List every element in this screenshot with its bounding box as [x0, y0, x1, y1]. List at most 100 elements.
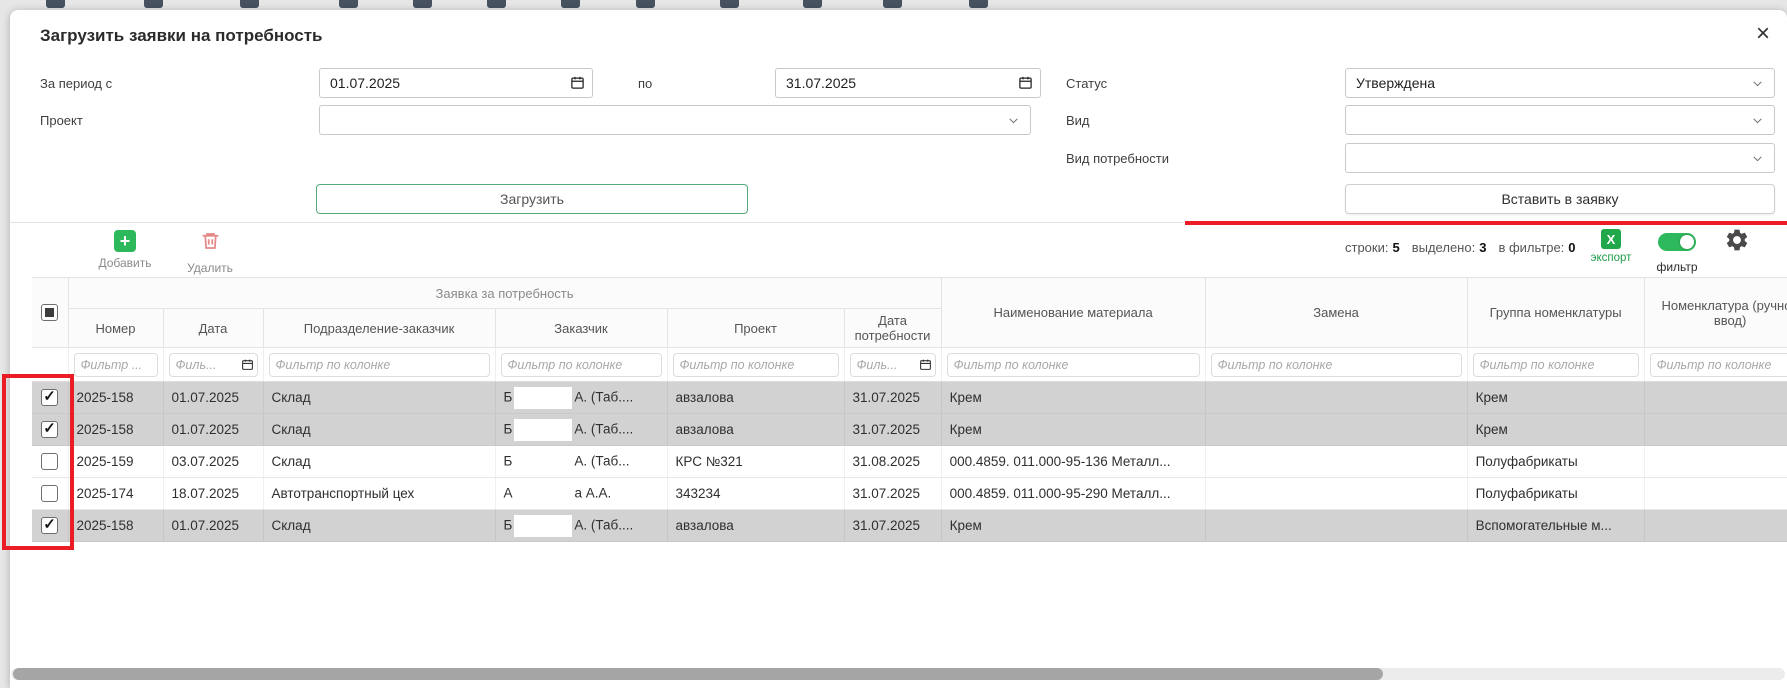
settings-button[interactable]: [1724, 227, 1750, 258]
cell-need-date: 31.07.2025: [844, 478, 941, 510]
gear-icon: [1724, 227, 1750, 253]
excel-icon: X: [1601, 229, 1621, 249]
period-from-input[interactable]: [319, 68, 593, 98]
cell-nomenclature-group: Вспомогательные м...: [1467, 510, 1644, 542]
export-label: экспорт: [1583, 252, 1639, 264]
cell-manual-nomenclature: [1644, 414, 1787, 446]
table-row[interactable]: 2025-158 01.07.2025 Склад БА. (Таб.... а…: [32, 510, 1787, 542]
cell-project: КРС №321: [667, 446, 844, 478]
filter-input-customer[interactable]: [501, 353, 662, 377]
period-to-input[interactable]: [775, 68, 1041, 98]
selected-count-label: выделено:: [1412, 240, 1475, 255]
close-icon[interactable]: ×: [1750, 20, 1776, 48]
period-to-field: [775, 68, 1041, 98]
select-all-checkbox[interactable]: [41, 304, 58, 321]
horizontal-scrollbar-thumb[interactable]: [13, 668, 1383, 680]
calendar-icon: [241, 358, 254, 371]
cell-customer: БА. (Таб....: [495, 510, 667, 542]
clipped-toolbar-icon: [720, 0, 739, 8]
modal-load-requests: Загрузить заявки на потребность × За пер…: [10, 10, 1787, 688]
rows-count-label: строки:: [1345, 240, 1388, 255]
rows-count-value: 5: [1392, 240, 1399, 255]
cell-need-date: 31.07.2025: [844, 414, 941, 446]
cell-need-date: 31.08.2025: [844, 446, 941, 478]
table-row[interactable]: 2025-159 03.07.2025 Склад БА. (Таб... КР…: [32, 446, 1787, 478]
cell-manual-nomenclature: [1644, 478, 1787, 510]
cell-customer: БА. (Таб....: [495, 382, 667, 414]
delete-button-label: Удалить: [170, 261, 250, 275]
filter-toggle-label: фильтр: [1651, 260, 1703, 274]
clipped-toolbar-icon: [144, 0, 163, 8]
cell-number: 2025-158: [68, 510, 163, 542]
cell-need-date: 31.07.2025: [844, 510, 941, 542]
table-row[interactable]: 2025-158 01.07.2025 Склад БА. (Таб.... а…: [32, 382, 1787, 414]
col-header-material: Наименование материала: [941, 278, 1205, 348]
need-kind-select[interactable]: [1345, 143, 1775, 173]
chevron-down-icon: [1007, 114, 1020, 127]
filter-input-nomenclature-group[interactable]: [1473, 353, 1639, 377]
cell-department: Склад: [263, 510, 495, 542]
filter-input-replacement[interactable]: [1211, 353, 1462, 377]
cell-material: Крем: [941, 510, 1205, 542]
project-select[interactable]: [319, 105, 1031, 135]
cell-manual-nomenclature: [1644, 382, 1787, 414]
calendar-icon: [919, 358, 932, 371]
filter-input-department[interactable]: [269, 353, 490, 377]
cell-department: Склад: [263, 446, 495, 478]
col-header-nomenclature-group: Группа номенклатуры: [1467, 278, 1644, 348]
export-excel-button[interactable]: X экспорт: [1583, 229, 1639, 264]
in-filter-count-value: 0: [1568, 240, 1575, 255]
clipped-toolbar-icon: [636, 0, 655, 8]
row-checkbox[interactable]: [41, 517, 58, 534]
to-label: по: [638, 76, 652, 91]
cell-department: Склад: [263, 414, 495, 446]
cell-project: авзалова: [667, 414, 844, 446]
cell-replacement: [1205, 382, 1467, 414]
insert-into-request-button[interactable]: Вставить в заявку: [1345, 184, 1775, 214]
cell-date: 03.07.2025: [163, 446, 263, 478]
cell-replacement: [1205, 478, 1467, 510]
filter-input-project[interactable]: [673, 353, 839, 377]
clipped-toolbar-icon: [561, 0, 580, 8]
clipped-toolbar-icon: [240, 0, 259, 8]
clipped-toolbar-icon: [883, 0, 902, 8]
add-button-label: Добавить: [85, 256, 165, 270]
filter-cell-empty: [32, 348, 68, 382]
cell-project: авзалова: [667, 382, 844, 414]
add-button[interactable]: Добавить: [85, 230, 165, 270]
col-header-customer: Заказчик: [495, 309, 667, 348]
cell-number: 2025-158: [68, 382, 163, 414]
row-checkbox[interactable]: [41, 453, 58, 470]
cell-replacement: [1205, 414, 1467, 446]
col-header-manual-nomenclature: Номенклатура (ручной ввод): [1644, 278, 1787, 348]
clipped-toolbar-icon: [339, 0, 358, 8]
table-row[interactable]: 2025-174 18.07.2025 Автотранспортный цех…: [32, 478, 1787, 510]
vid-select[interactable]: [1345, 105, 1775, 135]
background-toolbar: [0, 0, 1787, 10]
cell-number: 2025-158: [68, 414, 163, 446]
row-checkbox[interactable]: [41, 389, 58, 406]
period-from-field: [319, 68, 593, 98]
clipped-toolbar-icon: [487, 0, 506, 8]
project-label: Проект: [40, 113, 83, 128]
status-select[interactable]: Утверждена: [1345, 68, 1775, 98]
row-checkbox[interactable]: [41, 485, 58, 502]
cell-material: Крем: [941, 382, 1205, 414]
cell-material: Крем: [941, 414, 1205, 446]
filter-input-material[interactable]: [947, 353, 1200, 377]
load-button[interactable]: Загрузить: [316, 184, 748, 214]
filter-input-manual-nomenclature[interactable]: [1650, 353, 1787, 377]
delete-button[interactable]: Удалить: [170, 230, 250, 275]
filter-input-number[interactable]: [74, 353, 158, 377]
need-kind-label: Вид потребности: [1066, 151, 1169, 166]
clipped-toolbar-icon: [969, 0, 988, 8]
col-header-project: Проект: [667, 309, 844, 348]
table-row[interactable]: 2025-158 01.07.2025 Склад БА. (Таб.... а…: [32, 414, 1787, 446]
grid-stats: строки:5 выделено:3 в фильтре:0: [1345, 240, 1576, 255]
redaction-box: [515, 483, 573, 505]
filter-toggle[interactable]: фильтр: [1651, 233, 1703, 274]
toggle-on-icon: [1658, 233, 1696, 251]
plus-icon: [114, 230, 136, 252]
cell-number: 2025-174: [68, 478, 163, 510]
row-checkbox[interactable]: [41, 421, 58, 438]
